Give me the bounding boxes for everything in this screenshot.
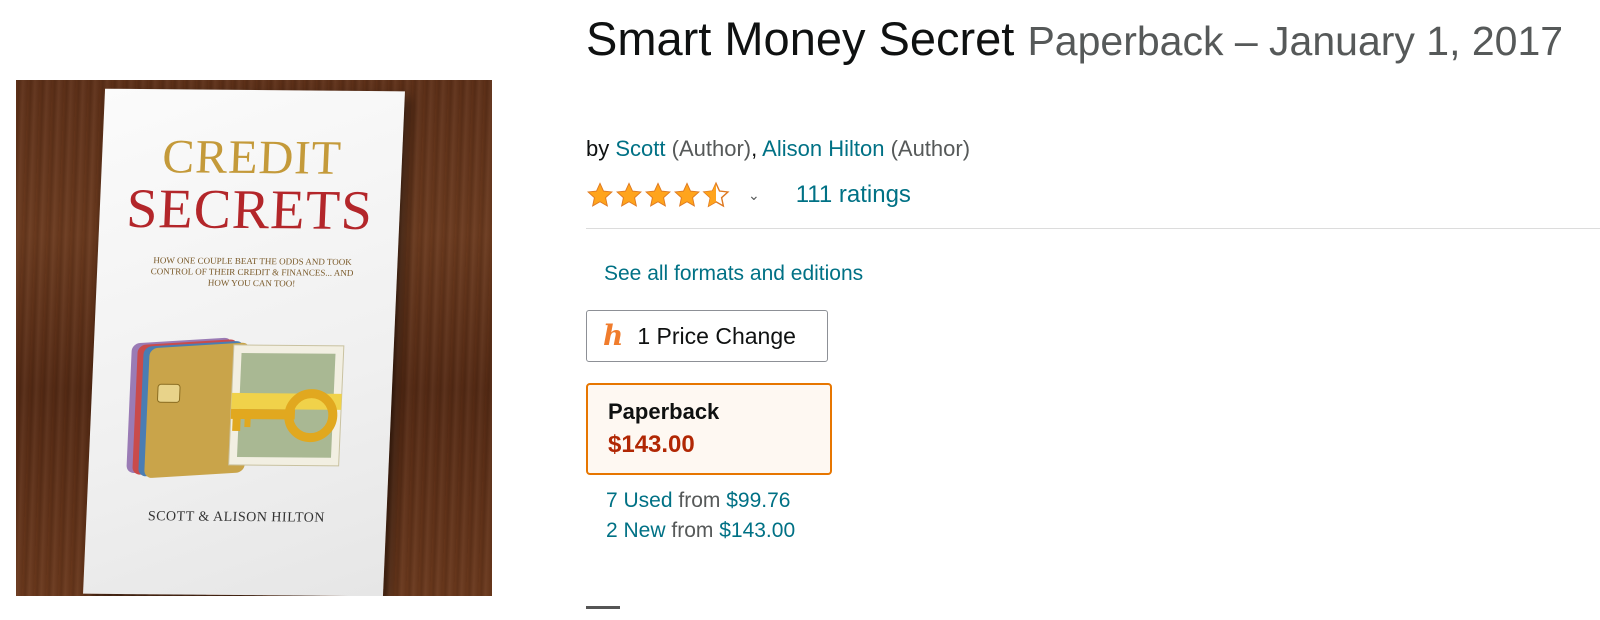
product-image[interactable]: CREDIT SECRETS How One Couple Beat the O…	[16, 80, 492, 596]
author-link-alison-hilton[interactable]: Alison Hilton	[762, 136, 884, 161]
cover-art-card-money-key	[126, 337, 345, 478]
product-title: Smart Money Secret Paperback – January 1…	[586, 6, 1576, 74]
offers-list: 7 Used from $99.76 2 New from $143.00	[606, 486, 795, 546]
format-price: $143.00	[608, 431, 695, 458]
offer-used[interactable]: 7 Used from $99.76	[606, 486, 795, 516]
offer-from: from	[678, 489, 721, 512]
see-all-formats-link[interactable]: See all formats and editions	[604, 262, 863, 286]
price-change-label: 1 Price Change	[637, 322, 796, 349]
ratings-count-link[interactable]: 111 ratings	[796, 181, 911, 209]
product-title-main: Smart Money Secret	[586, 12, 1015, 65]
offer-used-link[interactable]: 7 Used	[606, 489, 673, 512]
honey-icon: h	[603, 319, 624, 352]
author-role: (Author)	[671, 136, 752, 161]
author-link-scott[interactable]: Scott	[615, 136, 665, 161]
cover-authors: Scott & Alison Hilton	[147, 509, 326, 526]
offer-used-price[interactable]: $99.76	[726, 489, 790, 512]
cover-title-line-2: SECRETS	[125, 177, 375, 243]
rating-row: ⌄ 111 ratings	[586, 178, 911, 212]
price-change-button[interactable]: h 1 Price Change	[586, 310, 828, 362]
format-option-paperback[interactable]: Paperback $143.00	[586, 383, 832, 475]
divider	[586, 228, 1600, 229]
chevron-down-icon[interactable]: ⌄	[748, 187, 760, 204]
byline-prefix: by	[586, 136, 610, 161]
star-icon	[587, 182, 613, 207]
offer-from: from	[671, 519, 714, 542]
star-half-icon	[702, 181, 730, 208]
format-name: Paperback	[608, 399, 720, 424]
offer-new-link[interactable]: 2 New	[606, 519, 666, 542]
byline: by Scott (Author), Alison Hilton (Author…	[586, 136, 970, 162]
offer-new-price[interactable]: $143.00	[719, 519, 795, 542]
star-rating[interactable]	[586, 181, 730, 209]
partial-element	[586, 606, 620, 609]
product-format-date: Paperback – January 1, 2017	[1027, 18, 1564, 64]
byline-comma: ,	[751, 136, 758, 161]
book-cover: CREDIT SECRETS How One Couple Beat the O…	[83, 88, 405, 596]
author-role: (Author)	[890, 136, 971, 161]
star-icon	[645, 182, 671, 207]
offer-new[interactable]: 2 New from $143.00	[606, 516, 795, 546]
star-icon	[616, 182, 642, 207]
cover-subtitle: How One Couple Beat the Odds and Took Co…	[150, 255, 354, 289]
star-icon	[674, 182, 700, 207]
